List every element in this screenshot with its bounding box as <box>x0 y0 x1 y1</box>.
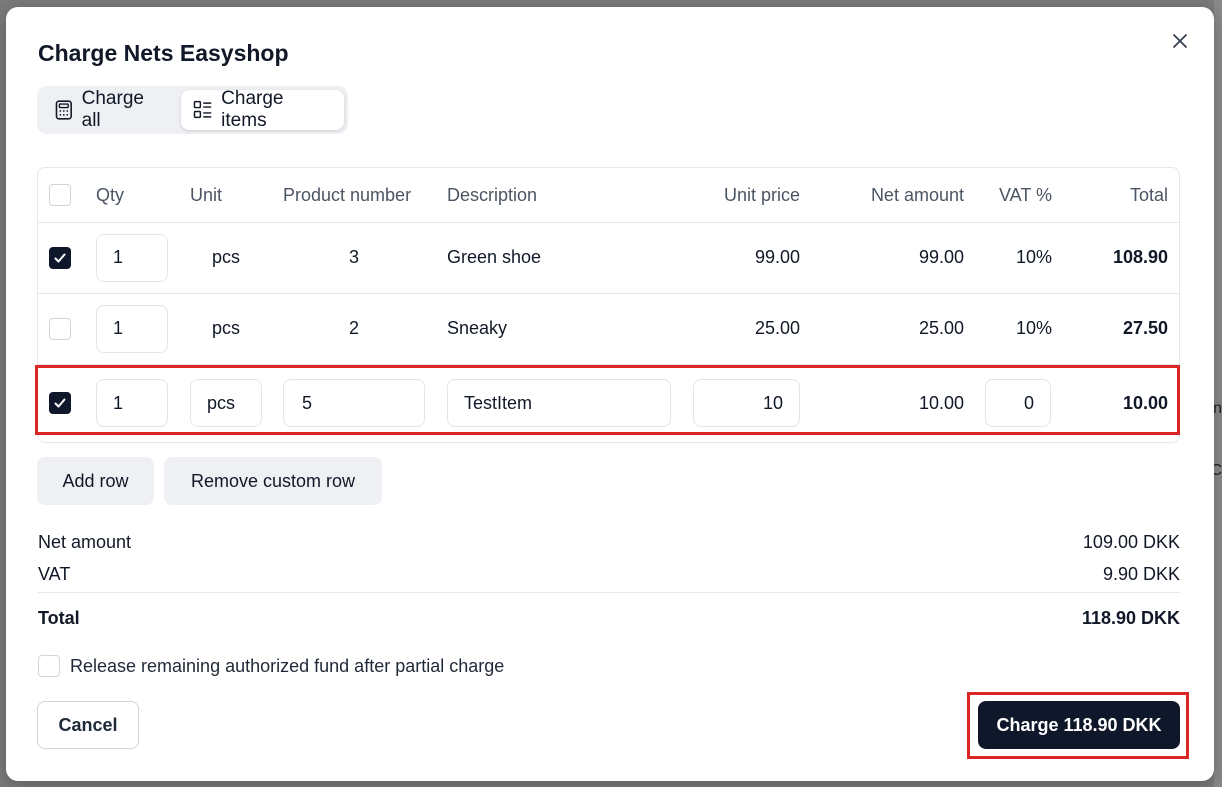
list-items-icon <box>193 100 211 119</box>
vat-input[interactable]: 0 <box>985 379 1051 427</box>
release-funds-option: Release remaining authorized fund after … <box>38 655 504 677</box>
backdrop <box>1214 0 1222 787</box>
add-row-button[interactable]: Add row <box>37 457 154 505</box>
header-description: Description <box>447 184 538 205</box>
charge-dialog: Charge Nets Easyshop Charge all Charge i… <box>6 7 1214 781</box>
table-header-row: Qty Unit Product number Description Unit… <box>38 168 1179 223</box>
net-amount-value: 109.00 DKK <box>1082 532 1180 552</box>
net-amount-label: Net amount <box>38 532 132 552</box>
charge-button[interactable]: Charge 118.90 DKK <box>978 701 1180 749</box>
net-amount-cell: 25.00 <box>918 318 964 338</box>
unit-input[interactable]: pcs <box>190 379 262 427</box>
vat-value: 9.90 DKK <box>1102 564 1180 584</box>
description-cell: Sneaky <box>447 318 508 338</box>
vat-cell: 10% <box>1015 318 1052 338</box>
close-button[interactable] <box>1168 29 1192 53</box>
tab-charge-items-label: Charge items <box>221 88 284 131</box>
calculator-icon <box>55 100 72 120</box>
charge-items-table: Qty Unit Product number Description Unit… <box>37 167 1180 443</box>
header-net-amount: Net amount <box>870 184 964 205</box>
total-cell: 27.50 <box>1122 318 1168 338</box>
summary-divider <box>38 592 1180 593</box>
dialog-title: Charge Nets Easyshop <box>38 40 289 66</box>
header-vat: VAT % <box>998 184 1052 205</box>
tab-charge-items[interactable]: Charge items <box>180 88 344 131</box>
checkmark-icon <box>54 398 66 408</box>
unit-price-input[interactable]: 10 <box>693 379 800 427</box>
header-unit-price: Unit price <box>723 184 800 205</box>
unit-price-cell: 25.00 <box>754 318 800 338</box>
row-checkbox[interactable] <box>49 246 71 269</box>
unit-cell: pcs <box>211 318 240 338</box>
product-number-cell: 3 <box>348 247 359 267</box>
header-qty: Qty <box>96 184 125 205</box>
table-row: 1 pcs 3 Green shoe 99.00 99.00 10% 108.9… <box>38 222 1179 294</box>
tab-charge-all[interactable]: Charge all <box>41 88 177 131</box>
qty-input[interactable]: 1 <box>96 233 168 282</box>
header-unit: Unit <box>190 184 223 205</box>
select-all-cell <box>49 168 71 222</box>
select-all-checkbox[interactable] <box>49 184 71 206</box>
table-row: 1 pcs 2 Sneaky 25.00 25.00 10% 27.50 <box>38 293 1179 365</box>
row-checkbox[interactable] <box>49 317 71 340</box>
checkmark-icon <box>54 253 66 262</box>
release-funds-checkbox[interactable] <box>38 655 60 677</box>
vat-cell: 10% <box>1015 247 1052 267</box>
cancel-button[interactable]: Cancel <box>37 701 139 749</box>
header-total: Total <box>1129 184 1168 205</box>
total-value: 118.90 DKK <box>1081 608 1180 628</box>
net-amount-cell: 10.00 <box>918 392 964 413</box>
tab-charge-all-label: Charge all <box>81 88 144 131</box>
product-number-input[interactable]: 5 <box>283 379 425 427</box>
unit-cell: pcs <box>211 247 240 267</box>
header-product-number: Product number <box>283 184 412 205</box>
vat-label: VAT <box>38 564 71 584</box>
total-cell: 108.90 <box>1112 247 1168 267</box>
description-input[interactable]: TestItem <box>447 379 671 427</box>
description-cell: Green shoe <box>447 247 542 267</box>
charge-mode-tabs: Charge all Charge items <box>37 86 348 134</box>
product-number-cell: 2 <box>348 318 359 338</box>
close-icon <box>1173 34 1187 48</box>
total-cell: 10.00 <box>1122 392 1168 413</box>
release-funds-label: Release remaining authorized fund after … <box>70 655 505 676</box>
background-text: n <box>1213 400 1222 417</box>
unit-price-cell: 99.00 <box>754 247 800 267</box>
qty-input[interactable]: 1 <box>96 379 168 427</box>
qty-input[interactable]: 1 <box>96 304 168 353</box>
custom-table-row: 1 pcs 5 TestItem 10 10.00 0 10.00 <box>38 364 1179 442</box>
total-label: Total <box>38 608 80 628</box>
row-checkbox[interactable] <box>49 392 71 414</box>
net-amount-cell: 99.00 <box>918 247 964 267</box>
remove-custom-row-button[interactable]: Remove custom row <box>164 457 382 505</box>
